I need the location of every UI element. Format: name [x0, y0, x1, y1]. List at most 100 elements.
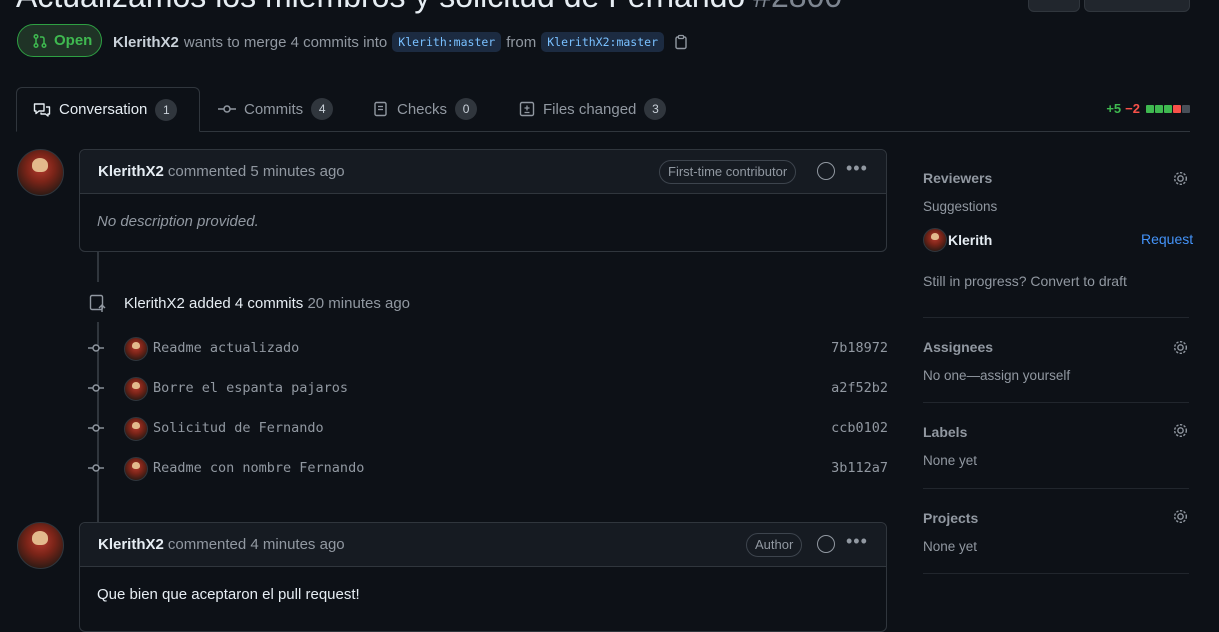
assignees-value[interactable]: No one—assign yourself [923, 368, 1070, 383]
commit-sha[interactable]: a2f52b2 [831, 380, 888, 396]
sidebar-divider [923, 488, 1189, 489]
pr-author-link[interactable]: KlerithX2 [113, 34, 179, 51]
commit-message[interactable]: Solicitud de Fernando [153, 420, 324, 436]
avatar[interactable] [923, 228, 947, 252]
comment-timestamp[interactable]: commented 5 minutes ago [168, 163, 345, 180]
suggested-reviewer[interactable]: Klerith [948, 232, 992, 248]
commit-item: Solicitud de Fernando ccb0102 [88, 417, 888, 441]
labels-value: None yet [923, 453, 978, 468]
git-pull-request-icon [33, 33, 47, 48]
avatar[interactable] [124, 377, 148, 401]
code-button[interactable] [1084, 0, 1190, 12]
avatar[interactable] [17, 522, 64, 569]
commit-item: Borre el espanta pajaros a2f52b2 [88, 377, 888, 401]
git-commit-icon [88, 424, 104, 432]
avatar[interactable] [124, 417, 148, 441]
copy-icon[interactable] [673, 34, 689, 50]
commits-event-author[interactable]: KlerithX2 [124, 295, 185, 312]
tab-checks-count: 0 [455, 98, 478, 120]
git-commit-icon [88, 384, 104, 392]
pr-meta: KlerithX2 wants to merge 4 commits into … [113, 32, 689, 52]
gear-icon[interactable] [1172, 339, 1189, 356]
commit-sha[interactable]: 3b112a7 [831, 460, 888, 476]
tab-conversation-count: 1 [155, 98, 178, 121]
commit-message[interactable]: Borre el espanta pajaros [153, 380, 348, 396]
labels-heading[interactable]: Labels [923, 424, 967, 440]
avatar[interactable] [124, 337, 148, 361]
avatar[interactable] [17, 149, 64, 196]
contributor-badge: First-time contributor [659, 160, 797, 184]
gear-icon[interactable] [1172, 170, 1189, 187]
pr-meta-text: wants to merge 4 commits into [183, 33, 388, 51]
commit-item: Readme con nombre Fernando 3b112a7 [88, 457, 888, 481]
pr-title: Actualizamos los miembros y solicitud de… [16, 0, 842, 15]
diffstat-blocks [1146, 104, 1190, 113]
tab-conversation-label: Conversation [59, 101, 148, 118]
pr-state-label: Open [54, 32, 93, 49]
tab-commits-count: 4 [311, 98, 334, 120]
sidebar-divider [923, 573, 1189, 574]
tab-files-changed-label: Files changed [543, 100, 637, 118]
git-commit-icon [88, 464, 104, 472]
comment-box: KlerithX2 commented 5 minutes ago First-… [79, 149, 887, 252]
repo-push-icon [89, 294, 106, 312]
git-commit-icon [88, 344, 104, 352]
comment-header: KlerithX2 commented 5 minutes ago First-… [80, 150, 886, 194]
gear-icon[interactable] [1172, 508, 1189, 525]
checklist-icon [374, 101, 387, 117]
tab-checks[interactable]: Checks 0 [357, 87, 493, 131]
file-diff-icon [519, 101, 535, 117]
tab-commits[interactable]: Commits 4 [202, 87, 349, 131]
edit-button[interactable] [1028, 0, 1080, 12]
comment-author[interactable]: KlerithX2 [98, 536, 164, 553]
sidebar-divider [923, 402, 1189, 403]
tab-files-changed-count: 3 [644, 98, 667, 120]
diffstat-deletions: −2 [1125, 101, 1140, 116]
projects-heading[interactable]: Projects [923, 510, 978, 526]
request-review-link[interactable]: Request [1141, 231, 1193, 247]
commits-event-action: added 4 commits [189, 295, 304, 312]
assignees-heading[interactable]: Assignees [923, 339, 993, 355]
comment-box: KlerithX2 commented 4 minutes ago Author… [79, 522, 887, 632]
author-badge: Author [746, 533, 803, 557]
diffstat: +5 −2 [1106, 101, 1190, 116]
comment-body: Que bien que aceptaron el pull request! [97, 586, 360, 603]
git-commit-icon [218, 105, 236, 113]
commits-event: KlerithX2 added 4 commits 20 minutes ago [124, 295, 410, 312]
commit-item: Readme actualizado 7b18972 [88, 337, 888, 361]
kebab-menu-icon[interactable]: ••• [846, 158, 868, 179]
smiley-icon[interactable] [817, 535, 835, 553]
pr-number: #2800 [753, 0, 842, 14]
from-text: from [506, 33, 537, 51]
suggestions-label: Suggestions [923, 199, 998, 214]
commits-event-time[interactable]: 20 minutes ago [307, 295, 410, 312]
pr-tabs: Conversation 1 Commits 4 Checks 0 Files … [16, 87, 1190, 132]
base-branch[interactable]: Klerith:master [392, 32, 502, 52]
timeline-line [97, 252, 99, 282]
commit-sha[interactable]: ccb0102 [831, 420, 888, 436]
avatar[interactable] [124, 457, 148, 481]
diffstat-additions: +5 [1106, 101, 1122, 116]
comment-timestamp[interactable]: commented 4 minutes ago [168, 536, 345, 553]
reviewers-heading[interactable]: Reviewers [923, 170, 992, 186]
pr-state-badge: Open [17, 24, 102, 57]
tab-files-changed[interactable]: Files changed 3 [503, 87, 682, 131]
tab-conversation[interactable]: Conversation 1 [16, 87, 200, 132]
projects-value: None yet [923, 539, 978, 554]
commit-message[interactable]: Readme actualizado [153, 340, 299, 356]
sidebar-divider [923, 317, 1189, 318]
gear-icon[interactable] [1172, 422, 1189, 439]
smiley-icon[interactable] [817, 162, 835, 180]
comment-discussion-icon [33, 102, 51, 117]
kebab-menu-icon[interactable]: ••• [846, 531, 868, 552]
head-branch[interactable]: KlerithX2:master [541, 32, 664, 52]
comment-body: No description provided. [97, 213, 259, 230]
pr-title-text: Actualizamos los miembros y solicitud de… [16, 0, 745, 14]
tab-checks-label: Checks [397, 100, 448, 118]
convert-to-draft-link[interactable]: Still in progress? Convert to draft [923, 273, 1127, 289]
commit-sha[interactable]: 7b18972 [831, 340, 888, 356]
commit-message[interactable]: Readme con nombre Fernando [153, 460, 364, 476]
tab-commits-label: Commits [244, 100, 304, 118]
comment-header: KlerithX2 commented 4 minutes ago Author… [80, 523, 886, 567]
comment-author[interactable]: KlerithX2 [98, 163, 164, 180]
